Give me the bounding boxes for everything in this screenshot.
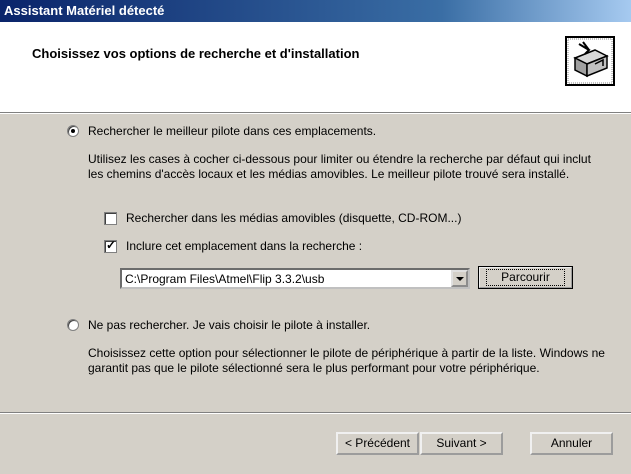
include-location-checkbox[interactable]: ✓: [104, 238, 117, 253]
browse-button-label: Parcourir: [486, 269, 565, 286]
page-title: Choisissez vos options de recherche et d…: [32, 46, 360, 61]
checkmark-icon: ✓: [106, 238, 117, 252]
include-location-label[interactable]: Inclure cet emplacement dans la recherch…: [126, 239, 362, 253]
manual-driver-radio[interactable]: [67, 319, 79, 331]
removable-media-label[interactable]: Rechercher dans les médias amovibles (di…: [126, 211, 461, 225]
cancel-button[interactable]: Annuler: [530, 432, 613, 455]
dropdown-button[interactable]: [451, 270, 468, 287]
search-best-driver-label[interactable]: Rechercher le meilleur pilote dans ces e…: [88, 124, 376, 138]
removable-media-checkbox[interactable]: [104, 212, 117, 225]
search-best-driver-radio[interactable]: [67, 125, 79, 137]
next-button[interactable]: Suivant >: [420, 432, 503, 455]
back-button[interactable]: < Précédent: [336, 432, 419, 455]
manual-driver-label[interactable]: Ne pas rechercher. Je vais choisir le pi…: [88, 318, 370, 332]
hardware-wizard-icon: [565, 36, 615, 86]
search-description: Utilisez les cases à cocher ci-dessous p…: [88, 152, 591, 181]
chevron-down-icon: [456, 277, 464, 281]
location-path-value: C:\Program Files\Atmel\Flip 3.3.2\usb: [125, 272, 325, 286]
window-title: Assistant Matériel détecté: [4, 3, 165, 18]
location-path-combobox[interactable]: C:\Program Files\Atmel\Flip 3.3.2\usb: [120, 268, 470, 289]
browse-button[interactable]: Parcourir: [478, 266, 573, 289]
manual-description: Choisissez cette option pour sélectionne…: [88, 346, 605, 375]
title-bar: Assistant Matériel détecté: [0, 0, 631, 22]
radio-selected-dot: [71, 129, 75, 133]
header-divider: [0, 113, 631, 114]
wizard-header: Choisissez vos options de recherche et d…: [0, 22, 631, 113]
wizard-window: Assistant Matériel détecté Choisissez vo…: [0, 0, 631, 474]
